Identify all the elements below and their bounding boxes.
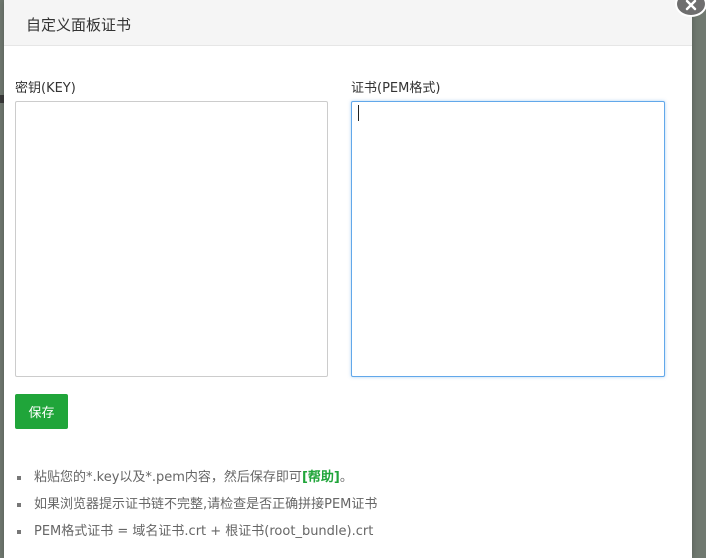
help-item-text: 粘贴您的*.key以及*.pem内容，然后保存即可 (34, 470, 302, 485)
help-item: PEM格式证书 = 域名证书.crt + 根证书(root_bundle).cr… (16, 522, 676, 549)
close-icon (685, 0, 697, 11)
dialog-title: 自定义面板证书 (26, 16, 132, 34)
cert-textarea[interactable] (351, 101, 665, 377)
save-button[interactable]: 保存 (15, 394, 68, 429)
key-textarea[interactable] (15, 101, 328, 377)
help-item: 粘贴您的*.key以及*.pem内容，然后保存即可[帮助]。 (16, 468, 676, 495)
help-item-text: 如果浏览器提示证书链不完整,请检查是否正确拼接PEM证书 (34, 497, 378, 512)
dialog-header: 自定义面板证书 (4, 0, 692, 46)
cert-label: 证书(PEM格式) (351, 81, 441, 96)
text-caret (358, 105, 359, 121)
bullet-icon (17, 503, 21, 507)
help-item: 如果浏览器提示证书链不完整,请检查是否正确拼接PEM证书 (16, 495, 676, 522)
help-link[interactable]: [帮助] (302, 470, 340, 485)
custom-panel-cert-dialog: 自定义面板证书 密钥(KEY) 证书(PEM格式) 保存 粘贴您的*.key以及… (4, 0, 692, 558)
bullet-icon (17, 530, 21, 534)
bullet-icon (17, 476, 21, 480)
help-item-suffix: 。 (339, 470, 353, 485)
help-item-text: PEM格式证书 = 域名证书.crt + 根证书(root_bundle).cr… (34, 524, 374, 539)
help-list: 粘贴您的*.key以及*.pem内容，然后保存即可[帮助]。 如果浏览器提示证书… (16, 468, 676, 549)
key-label: 密钥(KEY) (15, 81, 76, 96)
